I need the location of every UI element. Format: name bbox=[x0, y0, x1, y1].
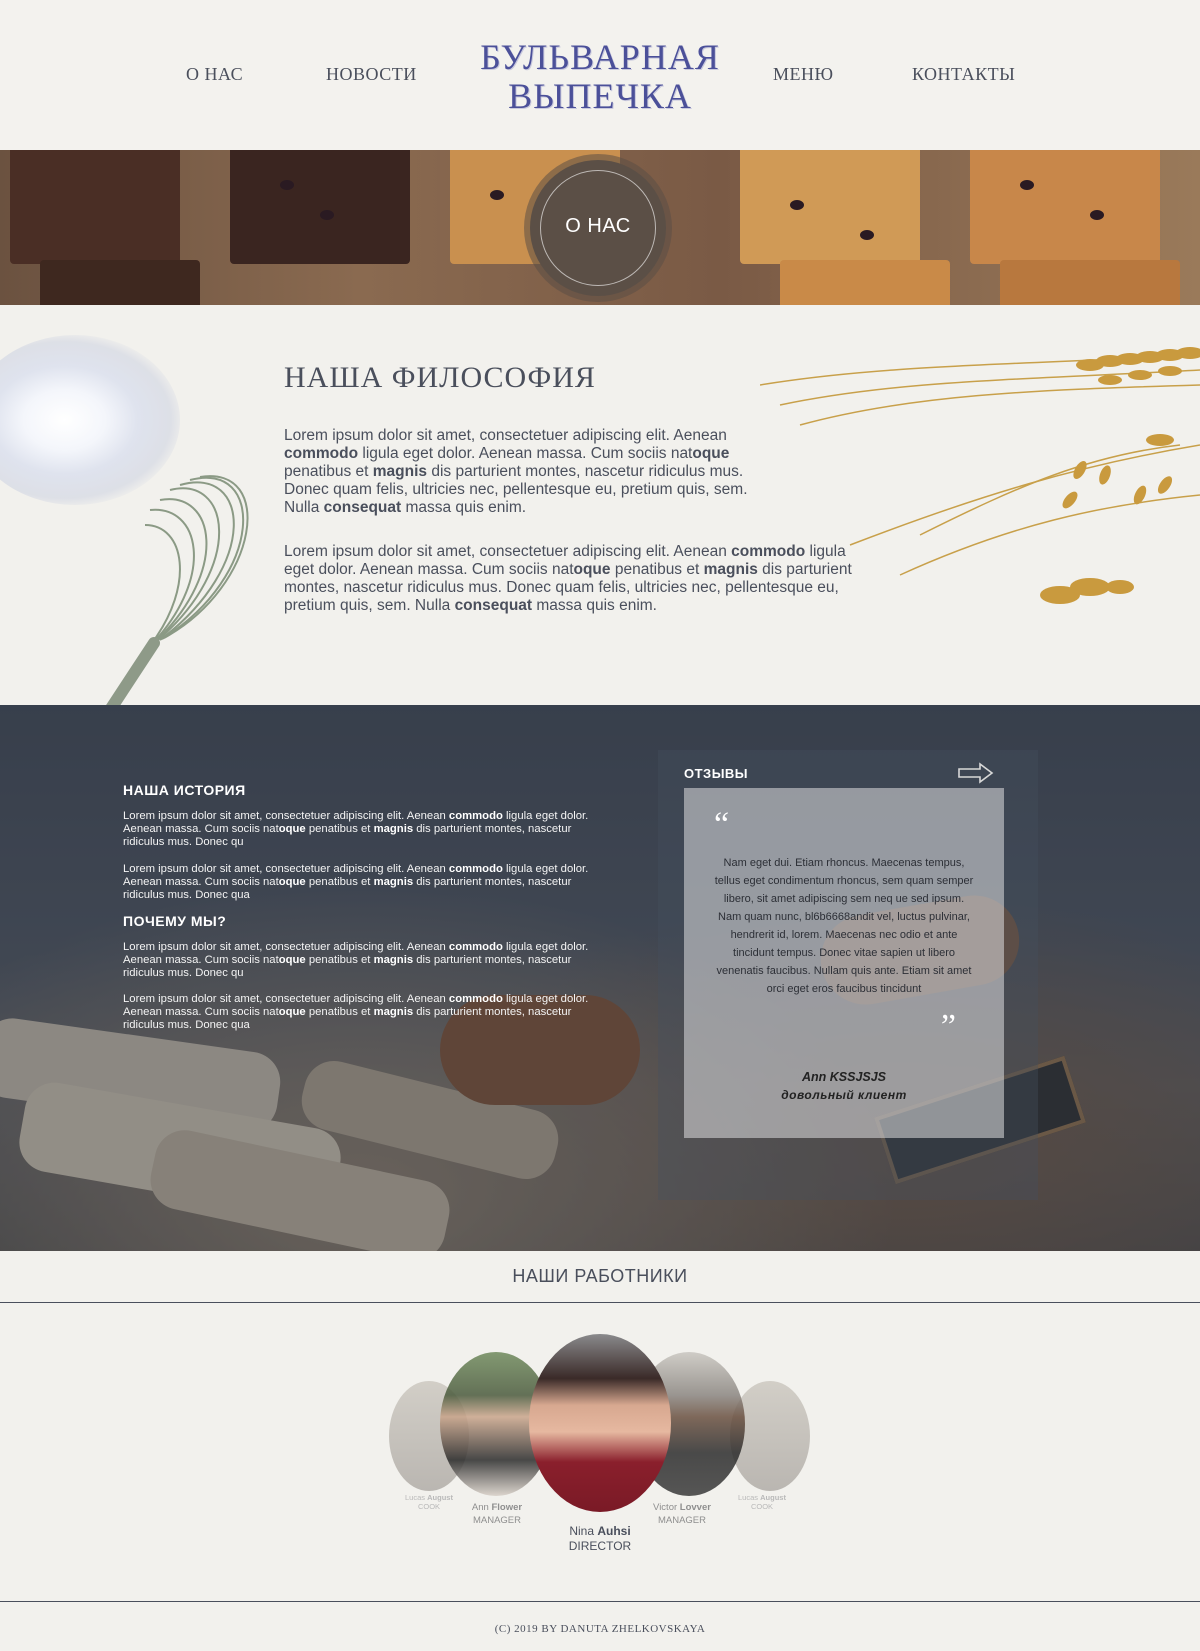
history-paragraph-2: Lorem ipsum dolor sit amet, consectetuer… bbox=[123, 863, 589, 901]
reviews-panel: ОТЗЫВЫ “ Nam eget dui. Etiam rhoncus. Ma… bbox=[658, 750, 1038, 1200]
why-us-paragraph-1: Lorem ipsum dolor sit amet, consectetuer… bbox=[123, 941, 589, 979]
team-member-role-3: DIRECTOR bbox=[568, 1539, 632, 1553]
whisk-image bbox=[106, 475, 249, 705]
history-title: НАША ИСТОРИЯ bbox=[123, 782, 246, 798]
quote-close-icon: ” bbox=[940, 1008, 956, 1045]
history-section: НАША ИСТОРИЯ Lorem ipsum dolor sit amet,… bbox=[0, 705, 1200, 1251]
site-logo[interactable]: БУЛЬВАРНАЯ ВЫПЕЧКА bbox=[470, 38, 730, 116]
team-member-name-1: Lucas August bbox=[405, 1493, 453, 1502]
review-card: “ Nam eget dui. Etiam rhoncus. Maecenas … bbox=[684, 788, 1004, 1138]
history-paragraph-1: Lorem ipsum dolor sit amet, consectetuer… bbox=[123, 810, 589, 848]
team-title: НАШИ РАБОТНИКИ bbox=[512, 1266, 688, 1286]
nav-link-contacts[interactable]: КОНТАКТЫ bbox=[912, 64, 1015, 85]
review-author-role: довольный клиент bbox=[781, 1088, 907, 1102]
logo-line-1: БУЛЬВАРНАЯ bbox=[480, 37, 720, 77]
team-divider bbox=[0, 1302, 1200, 1303]
badge-label: О НАС bbox=[565, 215, 631, 237]
logo-line-2: ВЫПЕЧКА bbox=[508, 76, 692, 116]
team-member-name-5: Lucas August bbox=[738, 1493, 786, 1502]
quote-open-icon: “ bbox=[714, 806, 730, 843]
team-member-avatar-3[interactable] bbox=[529, 1334, 671, 1512]
review-text: Nam eget dui. Etiam rhoncus. Maecenas te… bbox=[714, 857, 974, 995]
nav-link-about[interactable]: О НАС bbox=[186, 64, 243, 85]
nav-link-menu[interactable]: МЕНЮ bbox=[773, 64, 834, 85]
hero-banner: О НАС bbox=[0, 150, 1200, 305]
philosophy-paragraph-2: Lorem ipsum dolor sit amet, consectetuer… bbox=[284, 543, 852, 614]
review-author: Ann KSSJSJS bbox=[801, 1070, 887, 1084]
team-member-name-3: Nina Auhsi bbox=[569, 1524, 631, 1538]
nav-link-news[interactable]: НОВОСТИ bbox=[326, 64, 417, 85]
philosophy-section: НАША ФИЛОСОФИЯ Lorem ipsum dolor sit ame… bbox=[0, 305, 1200, 705]
footer-divider bbox=[0, 1601, 1200, 1602]
footer-copyright: (C) 2019 BY DANUTA ZHELKOVSKAYA bbox=[494, 1623, 706, 1635]
team-member-name-4: Victor Lovver bbox=[653, 1502, 711, 1513]
about-badge[interactable]: О НАС bbox=[530, 160, 666, 296]
philosophy-paragraph-1: Lorem ipsum dolor sit amet, consectetuer… bbox=[284, 427, 748, 516]
site-header: О НАС НОВОСТИ БУЛЬВАРНАЯ ВЫПЕЧКА МЕНЮ КО… bbox=[0, 0, 1200, 150]
arrow-right-icon[interactable] bbox=[958, 762, 994, 784]
why-us-paragraph-2: Lorem ipsum dolor sit amet, consectetuer… bbox=[123, 993, 589, 1031]
team-member-name-2: Ann Flower bbox=[471, 1502, 523, 1513]
team-member-role-2: MANAGER bbox=[472, 1515, 522, 1526]
philosophy-title: НАША ФИЛОСОФИЯ bbox=[284, 361, 596, 394]
why-us-title: ПОЧЕМУ МЫ? bbox=[123, 913, 227, 929]
reviews-title: ОТЗЫВЫ bbox=[684, 766, 749, 781]
